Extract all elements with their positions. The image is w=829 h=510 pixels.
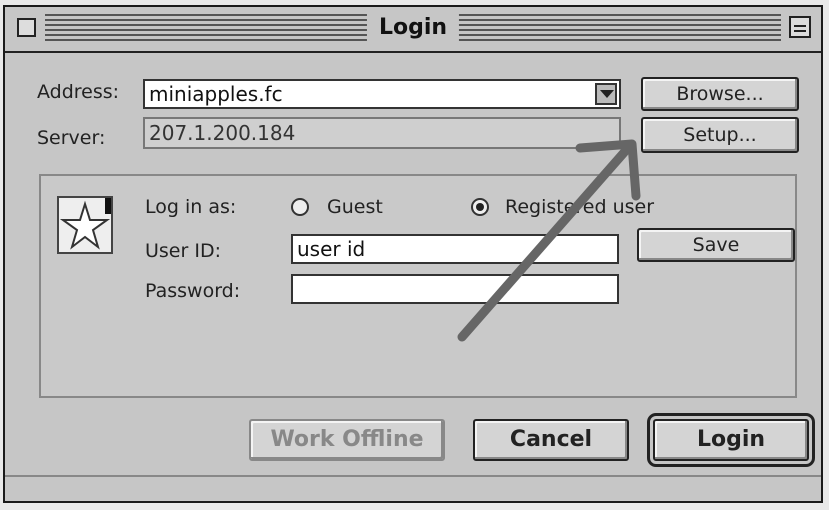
annotation-arrow-icon [457,139,641,342]
